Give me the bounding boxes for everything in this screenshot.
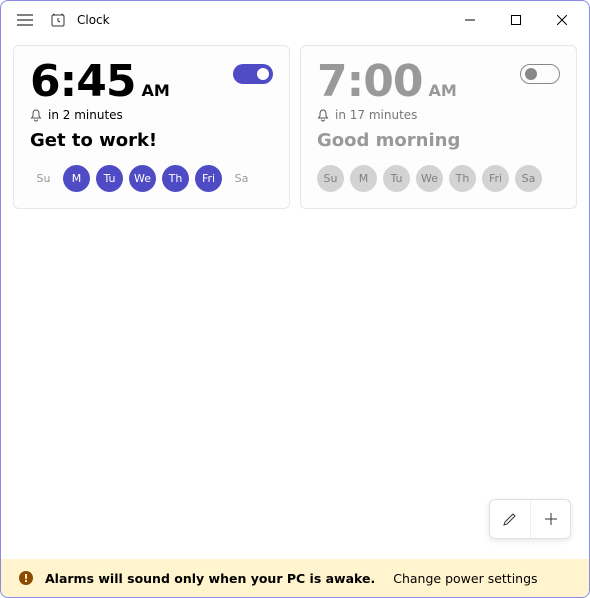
day-fr[interactable]: Fri	[195, 165, 222, 192]
pencil-icon	[502, 511, 518, 527]
app-icon	[49, 11, 67, 29]
close-icon	[557, 15, 567, 25]
maximize-button[interactable]	[493, 4, 539, 36]
alarm-days: Su M Tu We Th Fri Sa	[30, 165, 273, 192]
day-sa[interactable]: Sa	[228, 165, 255, 192]
nav-button[interactable]	[5, 2, 45, 38]
alarm-status: in 17 minutes	[335, 108, 417, 122]
alarm-label: Good morning	[317, 130, 520, 151]
titlebar: Clock	[1, 1, 589, 39]
hamburger-icon	[17, 14, 33, 26]
alarm-toggle[interactable]	[520, 64, 560, 84]
power-settings-link[interactable]: Change power settings	[393, 571, 537, 586]
day-mo[interactable]: M	[350, 165, 377, 192]
alarm-ampm: AM	[141, 81, 169, 100]
close-button[interactable]	[539, 4, 585, 36]
maximize-icon	[511, 15, 521, 25]
alarm-toggle[interactable]	[233, 64, 273, 84]
alarm-label: Get to work!	[30, 130, 233, 151]
day-we[interactable]: We	[416, 165, 443, 192]
alarm-days: Su M Tu We Th Fri Sa	[317, 165, 560, 192]
day-we[interactable]: We	[129, 165, 156, 192]
day-su[interactable]: Su	[317, 165, 344, 192]
day-fr[interactable]: Fri	[482, 165, 509, 192]
day-sa[interactable]: Sa	[515, 165, 542, 192]
action-bar	[489, 499, 571, 539]
minimize-button[interactable]	[447, 4, 493, 36]
add-button[interactable]	[530, 500, 570, 538]
warning-icon: !	[19, 571, 33, 585]
alarm-card[interactable]: 6:45 AM in 2 minutes Get to work! Su M T…	[13, 45, 290, 209]
day-th[interactable]: Th	[162, 165, 189, 192]
alarm-status: in 2 minutes	[48, 108, 123, 122]
alarms-grid: 6:45 AM in 2 minutes Get to work! Su M T…	[1, 39, 589, 209]
plus-icon	[543, 511, 559, 527]
window-controls	[447, 4, 585, 36]
alarm-card[interactable]: 7:00 AM in 17 minutes Good morning Su M …	[300, 45, 577, 209]
alarm-time: 7:00	[317, 60, 422, 104]
day-th[interactable]: Th	[449, 165, 476, 192]
alarm-ampm: AM	[428, 81, 456, 100]
edit-button[interactable]	[490, 500, 530, 538]
info-message: Alarms will sound only when your PC is a…	[45, 571, 375, 586]
day-tu[interactable]: Tu	[383, 165, 410, 192]
alarm-time: 6:45	[30, 60, 135, 104]
app-title: Clock	[77, 13, 110, 27]
bell-icon	[30, 109, 42, 122]
info-bar: ! Alarms will sound only when your PC is…	[1, 559, 589, 597]
day-mo[interactable]: M	[63, 165, 90, 192]
day-tu[interactable]: Tu	[96, 165, 123, 192]
bell-icon	[317, 109, 329, 122]
day-su[interactable]: Su	[30, 165, 57, 192]
minimize-icon	[465, 15, 475, 25]
